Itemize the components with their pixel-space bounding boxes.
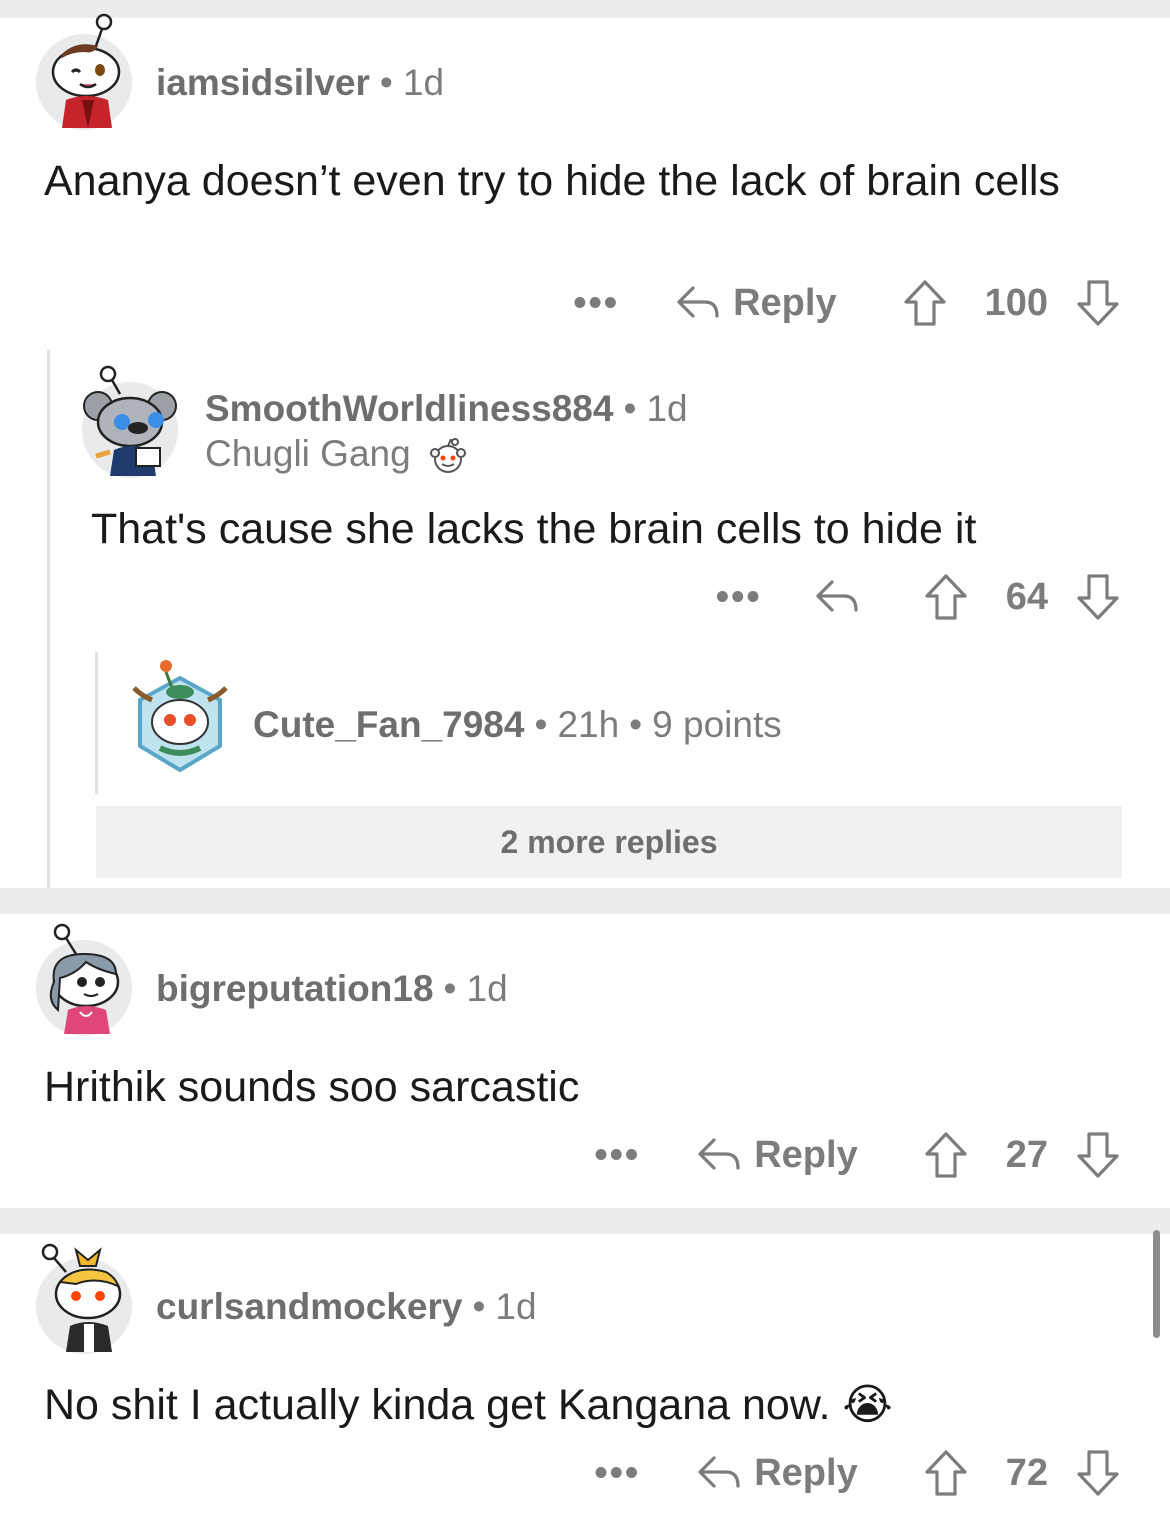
separator-dot: • (534, 704, 548, 745)
section-separator (0, 888, 1170, 914)
thread-line[interactable] (47, 350, 50, 888)
vote-score: 64 (1005, 575, 1048, 618)
comment-age: 1d (402, 62, 445, 103)
comment-actions: ••• Reply 72 (594, 1443, 1120, 1503)
upvote-icon[interactable] (924, 1131, 968, 1179)
reply-icon[interactable] (814, 577, 860, 617)
username[interactable]: SmoothWorldliness884 (205, 388, 613, 429)
reply-icon (698, 1456, 740, 1488)
more-options-button[interactable]: ••• (573, 282, 619, 325)
downvote-icon[interactable] (1076, 573, 1120, 621)
reply-label: Reply (754, 1133, 858, 1176)
username[interactable]: bigreputation18 (156, 968, 434, 1009)
upvote-icon[interactable] (903, 279, 947, 327)
comment-text: No shit I actually kinda get Kangana now… (44, 1381, 831, 1429)
comment-meta: iamsidsilver • 1d (156, 64, 444, 101)
comment-age: 21h (557, 704, 620, 745)
comment-points: 9 points (652, 704, 782, 745)
upvote-icon[interactable] (924, 1449, 968, 1497)
comment-actions: ••• Reply 100 (573, 273, 1120, 333)
comment-age: 1d (466, 968, 508, 1009)
vote-score: 72 (1005, 1451, 1048, 1494)
reply-icon (677, 286, 719, 318)
avatar[interactable] (82, 365, 178, 478)
upvote-icon[interactable] (924, 573, 968, 621)
downvote-icon[interactable] (1076, 1131, 1120, 1179)
separator-dot: • (379, 62, 393, 103)
thread-line[interactable] (95, 652, 98, 794)
comment-actions: ••• Reply 27 (594, 1125, 1120, 1185)
crying-face-emoji: 😭 (842, 1380, 893, 1430)
avatar[interactable] (36, 923, 132, 1036)
snoo-avatar-icon (41, 1243, 122, 1352)
snoo-avatar-icon (51, 13, 121, 128)
more-options-button[interactable]: ••• (716, 576, 762, 619)
comment-body: Hrithik sounds soo sarcastic (44, 1063, 580, 1111)
scrollbar[interactable] (1153, 1230, 1160, 1338)
comment-meta: Cute_Fan_7984 • 21h • 9 points (253, 706, 782, 743)
vote-score: 100 (984, 281, 1048, 324)
section-separator (0, 0, 1170, 18)
snoo-avatar-icon (83, 365, 177, 476)
reply-label: Reply (754, 1451, 858, 1494)
more-replies-label: 2 more replies (500, 823, 718, 860)
comment-age: 1d (495, 1286, 537, 1327)
avatar[interactable] (36, 1243, 132, 1354)
separator-dot: • (472, 1286, 486, 1327)
separator-dot: • (443, 968, 457, 1009)
downvote-icon[interactable] (1076, 279, 1120, 327)
downvote-icon[interactable] (1076, 1449, 1120, 1497)
reply-button[interactable]: Reply (696, 1451, 858, 1495)
reply-label: Reply (733, 281, 837, 324)
avatar[interactable] (36, 13, 132, 130)
vote-score: 27 (1005, 1133, 1048, 1176)
reply-icon (698, 1138, 740, 1170)
snoo-flair-icon (429, 438, 466, 474)
more-options-button[interactable]: ••• (594, 1134, 640, 1177)
comment-meta: curlsandmockery • 1d (156, 1288, 537, 1325)
reply-button[interactable]: Reply (675, 281, 837, 325)
more-replies-button[interactable]: 2 more replies (96, 806, 1122, 878)
flair-text: Chugli Gang (205, 433, 411, 474)
section-separator (0, 1208, 1170, 1234)
username[interactable]: curlsandmockery (156, 1286, 462, 1327)
user-flair: Chugli Gang (205, 435, 467, 475)
comment-age: 1d (646, 388, 688, 429)
comment-meta: bigreputation18 • 1d (156, 970, 508, 1007)
username[interactable]: iamsidsilver (156, 62, 370, 103)
snoo-avatar-icon (132, 660, 228, 773)
reply-button[interactable]: Reply (696, 1133, 858, 1177)
avatar[interactable] (132, 660, 228, 773)
snoo-avatar-icon (49, 923, 120, 1034)
comment-meta: SmoothWorldliness884 • 1d (205, 390, 688, 427)
username[interactable]: Cute_Fan_7984 (253, 704, 524, 745)
separator-dot: • (623, 388, 637, 429)
comment-actions: ••• 64 (716, 567, 1120, 627)
comment-body: That's cause she lacks the brain cells t… (91, 505, 977, 553)
separator-dot: • (629, 704, 643, 745)
comment-body: No shit I actually kinda get Kangana now… (44, 1378, 1104, 1432)
comment-body: Ananya doesn’t even try to hide the lack… (44, 157, 1060, 205)
more-options-button[interactable]: ••• (594, 1452, 640, 1495)
